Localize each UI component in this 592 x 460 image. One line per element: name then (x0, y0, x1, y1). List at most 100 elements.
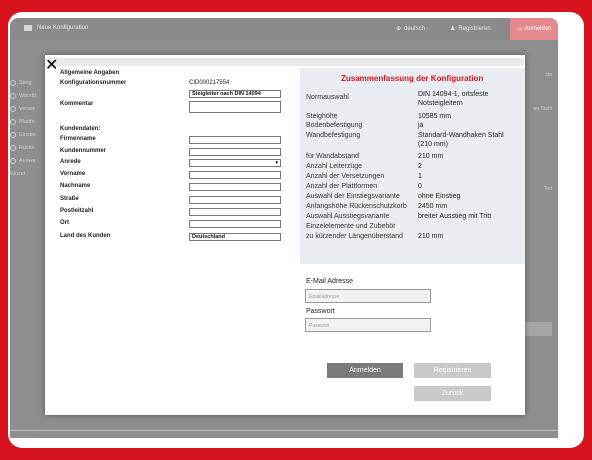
password-label: Passwort (306, 308, 335, 315)
sidebar-item-label: Einstie (19, 131, 36, 138)
sidebar-item[interactable]: Einzel (10, 167, 36, 180)
email-label: E-Mail Adresse (306, 278, 354, 285)
user-icon: ♟ (450, 26, 456, 32)
login-button[interactable]: Anmelden (327, 363, 403, 378)
brand-label: Neue Konfiguration (37, 25, 89, 31)
header-login-button[interactable]: ⇥ Anmelden (510, 18, 558, 40)
country-field[interactable]: Deutschland (189, 233, 281, 241)
check-icon (10, 92, 16, 99)
summary-value: 1 (418, 173, 422, 180)
header-register-label: Registrieren (458, 25, 491, 32)
street-label: Straße (60, 196, 79, 202)
sidebar-item-label: Einzel (10, 170, 25, 177)
comment-field[interactable] (189, 101, 281, 113)
postal-code-field[interactable] (189, 208, 281, 216)
summary-value: Notsteigleitern (418, 100, 463, 107)
check-icon (10, 79, 16, 86)
summary-value: ja (418, 122, 424, 129)
summary-value: 210 mm (418, 233, 444, 240)
config-number-value: CID000217554 (189, 80, 230, 86)
register-button[interactable]: Registrieren (414, 363, 491, 378)
summary-value: breiter Ausstieg mit Tritt (418, 213, 492, 220)
summary-value: ohne Einstieg (418, 193, 461, 200)
header-login-label: Anmelden (524, 26, 552, 32)
config-number-label: Konfigurationsnummer (60, 80, 127, 86)
sidebar-item[interactable]: Wandb (10, 89, 36, 102)
login-icon: ⇥ (516, 26, 522, 33)
password-field[interactable]: Passwort (305, 318, 431, 332)
sidebar-item[interactable]: Rücke (10, 141, 36, 154)
summary-label: Anfangshöhe Rückenschutzkorb (306, 203, 407, 210)
salutation-select[interactable]: ▾ (189, 159, 281, 167)
sidebar-item-label: Plattfo (19, 118, 35, 125)
app-header: Neue Konfiguration ⊕ deutsch ♟ Registrie… (10, 18, 558, 40)
salutation-label: Anrede (60, 159, 81, 165)
sidebar-item[interactable]: Steig (10, 76, 36, 89)
summary-label: Auswahl Ausstiegsvariante (306, 213, 390, 220)
summary-value: 2450 mm (418, 203, 448, 210)
company-name-field[interactable] (189, 136, 281, 144)
background-text: Tritt (543, 186, 552, 192)
summary-label: zu kürzender Längenüberstand (306, 233, 403, 240)
country-label: Land des Kunden (60, 233, 111, 239)
check-icon (10, 144, 16, 151)
check-icon (10, 105, 16, 112)
sidebar-item-label: Rücke (19, 144, 35, 151)
summary-label: Einzelelemente und Zubehör (306, 223, 396, 230)
street-field[interactable] (189, 196, 281, 204)
back-button[interactable]: Zurück (414, 386, 491, 401)
summary-label: Normauswahl (306, 94, 349, 101)
config-name-field[interactable]: Steigleiter nach DIN 14094 (189, 90, 281, 98)
summary-label: für Wandabstand (306, 153, 360, 160)
sidebar-item[interactable]: Auswa (10, 154, 36, 167)
email-field[interactable]: Emailadresse (305, 289, 431, 303)
summary-value: DIN 14094-1, ortsfeste (418, 91, 489, 98)
background-text: en Stahl (533, 106, 552, 112)
summary-label: Bodenbefestigung (306, 122, 363, 129)
last-name-field[interactable] (189, 183, 281, 191)
language-label: deutsch (404, 25, 426, 32)
sidebar-item[interactable]: Einstie (10, 128, 36, 141)
summary-label: Steighöhe (306, 113, 338, 120)
postal-code-label: Postleitzahl (60, 208, 94, 214)
header-register-link[interactable]: ♟ Registrieren (450, 25, 491, 33)
sidebar-item[interactable]: Verset (10, 102, 36, 115)
section-title: Allgemeine Angaben (60, 70, 120, 76)
summary-title: Zusammenfassung der Konfiguration (341, 74, 484, 83)
sidebar-item-label: Wandb (19, 92, 37, 99)
customer-number-field[interactable] (189, 148, 281, 156)
background-sidebar: Steig Wandb Verset Plattfo Einstie Rücke… (10, 76, 36, 180)
close-icon[interactable]: ✕ (45, 55, 58, 75)
summary-value: (210 mm) (418, 141, 448, 148)
summary-value: 0 (418, 183, 422, 190)
check-icon (10, 131, 16, 138)
summary-value: Standard-Wandhaken Stahl (418, 132, 504, 139)
summary-label: Anzahl der Versetzungen (306, 173, 385, 180)
divider (10, 430, 558, 431)
sidebar-item[interactable]: Plattfo (10, 115, 36, 128)
last-name-label: Nachname (60, 183, 91, 189)
first-name-field[interactable] (189, 171, 281, 179)
modal-top-strip (48, 58, 524, 66)
folder-icon (24, 25, 32, 31)
city-label: Ort (60, 220, 69, 226)
check-icon (10, 157, 16, 164)
customer-section-title: Kundendaten: (60, 126, 101, 132)
language-selector[interactable]: ⊕ deutsch (396, 25, 426, 33)
summary-value: 210 mm (418, 153, 444, 160)
summary-label: Anzahl der Plattformen (306, 183, 378, 190)
first-name-label: Vorname (60, 171, 86, 177)
summary-value: 2 (418, 163, 422, 170)
background-text: ste (545, 72, 552, 78)
company-name-label: Firmenname (60, 136, 96, 142)
sidebar-item-label: Auswa (19, 157, 36, 164)
comment-label: Kommentar (60, 101, 94, 107)
check-icon (10, 118, 16, 125)
sidebar-item-label: Verset (19, 105, 35, 112)
city-field[interactable] (189, 220, 281, 228)
summary-label: Anzahl Leiterzüge (306, 163, 363, 170)
summary-label: Auswahl der Einstiegsvariante (306, 193, 400, 200)
chevron-down-icon: ▾ (275, 160, 278, 166)
summary-value: 10585 mm (418, 113, 452, 120)
new-configuration-link[interactable]: Neue Konfiguration (24, 25, 88, 31)
